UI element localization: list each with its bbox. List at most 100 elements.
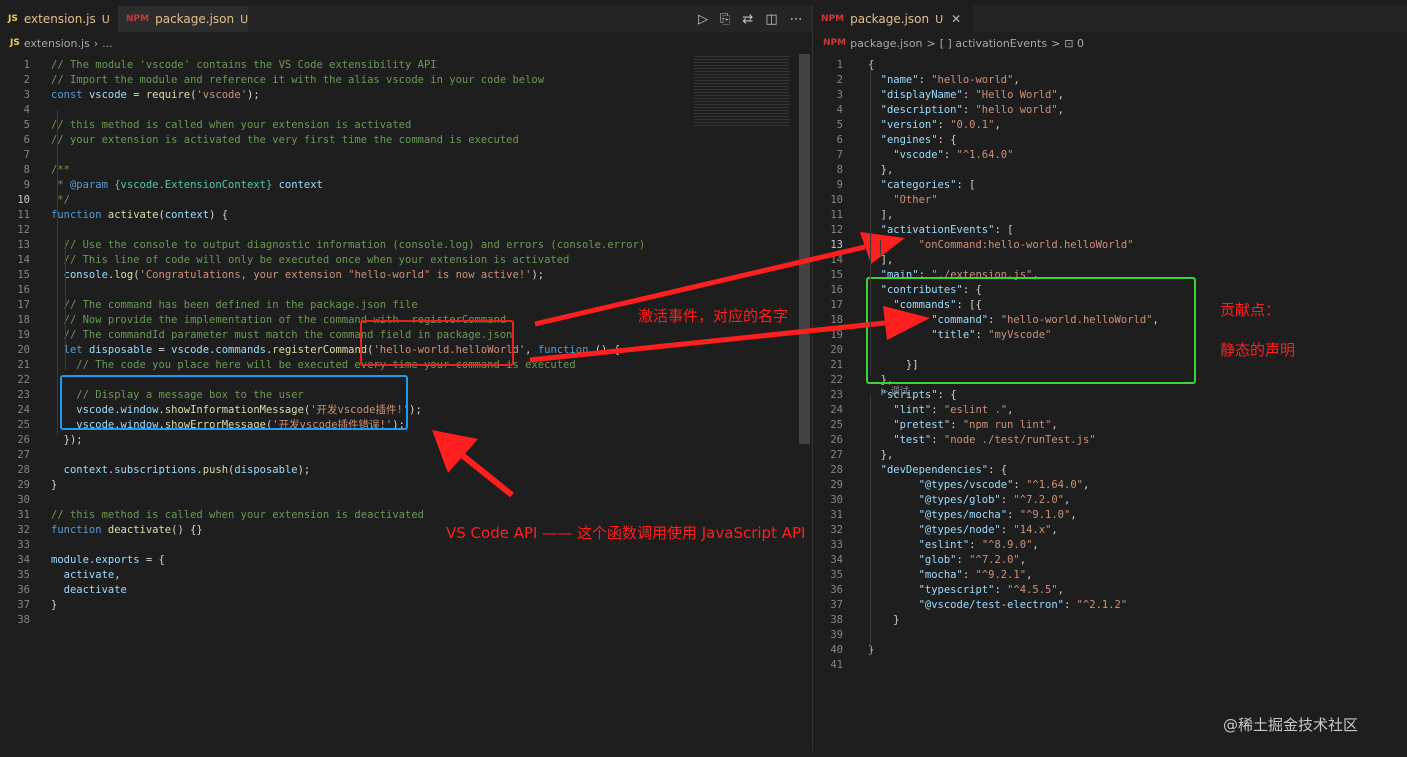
code-line[interactable]: 13 "onCommand:hello-world.helloWorld"	[813, 238, 1407, 253]
breadcrumb-rest[interactable]: ...	[102, 37, 113, 50]
code-line[interactable]: 39	[813, 628, 1407, 643]
code-line[interactable]: 29}	[0, 478, 812, 493]
code-line[interactable]: 25 vscode.window.showErrorMessage('开发vsc…	[0, 418, 812, 433]
code-line[interactable]: 2 "name": "hello-world",	[813, 73, 1407, 88]
code-line[interactable]: 3 const vscode = require('vscode');	[0, 88, 812, 103]
code-line[interactable]: 35 "mocha": "^9.2.1",	[813, 568, 1407, 583]
code-line[interactable]: 8 },	[813, 163, 1407, 178]
code-line[interactable]: 28 context.subscriptions.push(disposable…	[0, 463, 812, 478]
code-line[interactable]: 22	[0, 373, 812, 388]
code-text: function activate(context) {	[51, 208, 228, 223]
code-line[interactable]: 7	[0, 148, 812, 163]
code-line[interactable]: 9 "categories": [	[813, 178, 1407, 193]
code-line[interactable]: 32 function deactivate() {}	[0, 523, 812, 538]
code-line[interactable]: 27	[0, 448, 812, 463]
code-line[interactable]: 20 let disposable = vscode.commands.regi…	[0, 343, 812, 358]
code-line[interactable]: 12 "activationEvents": [	[813, 223, 1407, 238]
code-line[interactable]: 23 // Display a message box to the user	[0, 388, 812, 403]
code-line[interactable]: 17 // The command has been defined in th…	[0, 298, 812, 313]
code-line[interactable]: 34 "glob": "^7.2.0",	[813, 553, 1407, 568]
code-line[interactable]: 33 "eslint": "^8.9.0",	[813, 538, 1407, 553]
code-line[interactable]: 10 */	[0, 193, 812, 208]
vertical-scrollbar[interactable]	[799, 54, 810, 444]
code-line[interactable]: 19 "title": "myVscode"	[813, 328, 1407, 343]
run-icon[interactable]: ▷	[698, 12, 708, 27]
code-text: // The command has been defined in the p…	[51, 298, 418, 313]
code-line[interactable]: 34 module.exports = {	[0, 553, 812, 568]
breadcrumb-item[interactable]: ⊡ 0	[1064, 37, 1084, 50]
compare-icon[interactable]: ⇄	[742, 12, 753, 27]
code-editor[interactable]: 1{2 "name": "hello-world", 3 "displayName…	[813, 54, 1407, 751]
code-line[interactable]: 24 "lint": "eslint .",	[813, 403, 1407, 418]
code-line[interactable]: 6 "engines": {	[813, 133, 1407, 148]
breadcrumb-file[interactable]: extension.js	[24, 37, 90, 50]
code-line[interactable]: 27 },	[813, 448, 1407, 463]
code-line[interactable]: 28 "devDependencies": {	[813, 463, 1407, 478]
code-line[interactable]: 30 "@types/glob": "^7.2.0",	[813, 493, 1407, 508]
breadcrumb-node[interactable]: [ ] activationEvents	[940, 37, 1047, 50]
code-line[interactable]: 38 }	[813, 613, 1407, 628]
code-line[interactable]: 5 // this method is called when your exte…	[0, 118, 812, 133]
code-line[interactable]: 14 // This line of code will only be exe…	[0, 253, 812, 268]
code-line[interactable]: 8 /**	[0, 163, 812, 178]
code-line[interactable]: 16	[0, 283, 812, 298]
code-line[interactable]: 33	[0, 538, 812, 553]
code-line[interactable]: 18 // Now provide the implementation of …	[0, 313, 812, 328]
code-line[interactable]: 38	[0, 613, 812, 628]
split-editor-icon[interactable]: ◫	[765, 12, 777, 27]
breadcrumb-file[interactable]: package.json	[850, 37, 922, 50]
code-line[interactable]: 15 console.log('Congratulations, your ex…	[0, 268, 812, 283]
code-line[interactable]: 3 "displayName": "Hello World",	[813, 88, 1407, 103]
code-line[interactable]: 21 }]	[813, 358, 1407, 373]
minimap[interactable]	[694, 56, 789, 126]
code-line[interactable]: 29 "@types/vscode": "^1.64.0",	[813, 478, 1407, 493]
code-line[interactable]: 21 // The code you place here will be ex…	[0, 358, 812, 373]
code-line[interactable]: 37}	[0, 598, 812, 613]
code-line[interactable]: 11 ],	[813, 208, 1407, 223]
code-line[interactable]: 9 * @param {vscode.ExtensionContext} con…	[0, 178, 812, 193]
code-line[interactable]: 13 // Use the console to output diagnost…	[0, 238, 812, 253]
code-line[interactable]: 26 "test": "node ./test/runTest.js"	[813, 433, 1407, 448]
tab-extension-js[interactable]: JS extension.js U	[0, 6, 118, 32]
code-token: :	[1000, 494, 1014, 506]
code-line[interactable]: 31 // this method is called when your ext…	[0, 508, 812, 523]
code-line[interactable]: 4 "description": "hello world",	[813, 103, 1407, 118]
close-icon[interactable]: ✕	[951, 12, 961, 26]
code-line[interactable]: 36 "typescript": "^4.5.5",	[813, 583, 1407, 598]
code-line[interactable]: 17 "commands": [{	[813, 298, 1407, 313]
code-line[interactable]: 31 "@types/mocha": "^9.1.0",	[813, 508, 1407, 523]
code-line[interactable]: 7 "vscode": "^1.64.0"	[813, 148, 1407, 163]
code-line[interactable]: 1{	[813, 58, 1407, 73]
code-line[interactable]: 15 "main": "./extension.js",	[813, 268, 1407, 283]
open-changes-icon[interactable]: ⎘	[720, 12, 730, 27]
code-line[interactable]: 14 ],	[813, 253, 1407, 268]
code-line[interactable]: 41	[813, 658, 1407, 673]
code-line[interactable]: 4	[0, 103, 812, 118]
more-actions-icon[interactable]: ⋯	[790, 12, 803, 27]
code-text: "typescript": "^4.5.5",	[868, 583, 1064, 598]
tab-package-json[interactable]: NPM package.json U ✕	[813, 6, 973, 32]
code-line[interactable]: 36 deactivate	[0, 583, 812, 598]
code-line[interactable]: 18 "command": "hello-world.helloWorld",	[813, 313, 1407, 328]
tab-package-json[interactable]: NPM package.json U	[118, 6, 248, 32]
debug-codelens[interactable]: ▷ 调试	[881, 384, 909, 397]
code-line[interactable]: 30	[0, 493, 812, 508]
code-line[interactable]: 32 "@types/node": "14.x",	[813, 523, 1407, 538]
code-editor[interactable]: 1 // The module 'vscode' contains the VS …	[0, 54, 812, 751]
code-line[interactable]: 5 "version": "0.0.1",	[813, 118, 1407, 133]
code-line[interactable]: 40}	[813, 643, 1407, 658]
code-line[interactable]: 16 "contributes": {	[813, 283, 1407, 298]
code-line[interactable]: 37 "@vscode/test-electron": "^2.1.2"	[813, 598, 1407, 613]
code-line[interactable]: 1 // The module 'vscode' contains the VS …	[0, 58, 812, 73]
code-line[interactable]: 24 vscode.window.showInformationMessage(…	[0, 403, 812, 418]
code-line[interactable]: 19 // The commandId parameter must match…	[0, 328, 812, 343]
code-line[interactable]: 10 "Other"	[813, 193, 1407, 208]
code-line[interactable]: 2 // Import the module and reference it w…	[0, 73, 812, 88]
code-line[interactable]: 26 });	[0, 433, 812, 448]
code-line[interactable]: 11 function activate(context) {	[0, 208, 812, 223]
code-line[interactable]: 20	[813, 343, 1407, 358]
code-line[interactable]: 6 // your extension is activated the very…	[0, 133, 812, 148]
code-line[interactable]: 35 activate,	[0, 568, 812, 583]
code-line[interactable]: 12	[0, 223, 812, 238]
code-line[interactable]: 25 "pretest": "npm run lint",	[813, 418, 1407, 433]
